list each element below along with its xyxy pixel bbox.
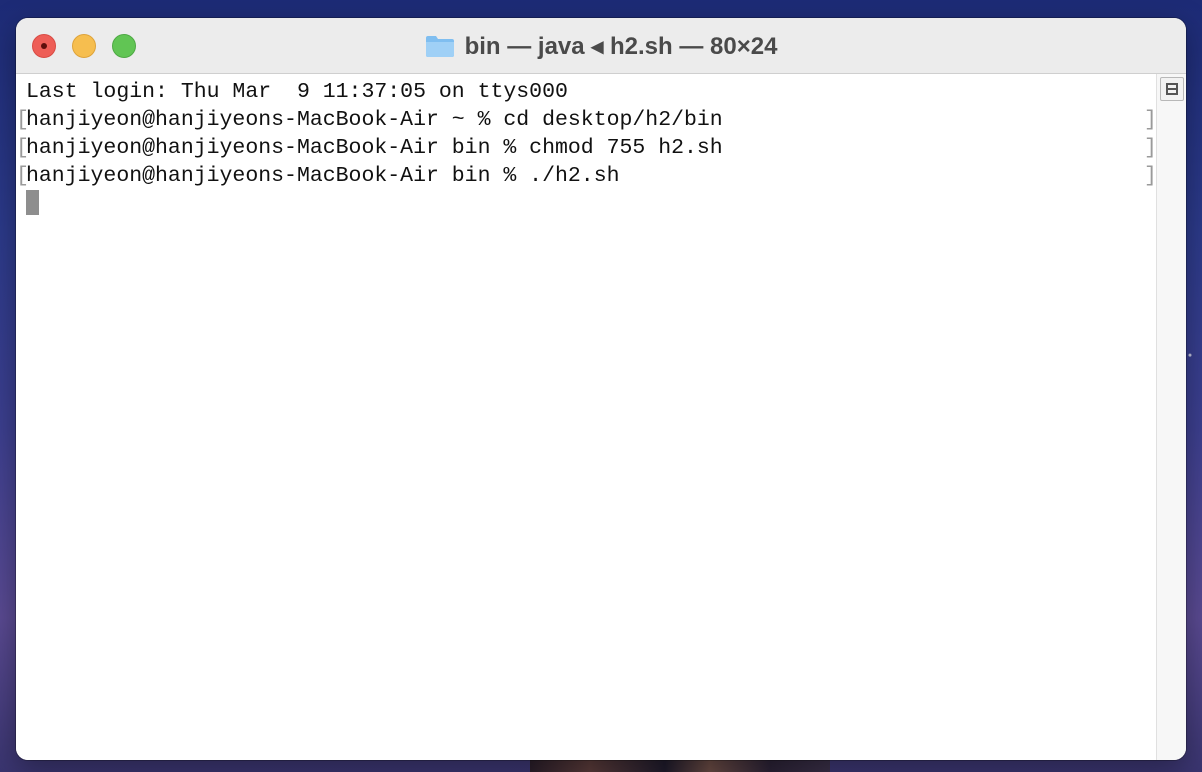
terminal-line-chmod: hanjiyeon@hanjiyeons-MacBook-Air bin % c… [26,136,723,160]
window-title-group: bin — java ◂ h2.sh — 80×24 [16,18,1186,74]
terminal-line-login: Last login: Thu Mar 9 11:37:05 on ttys00… [26,80,568,104]
terminal-line-cd: hanjiyeon@hanjiyeons-MacBook-Air ~ % cd … [26,108,723,132]
scrollbar[interactable] [1156,74,1186,760]
mark-bracket-right: ] [1144,108,1157,132]
window-title: bin — java ◂ h2.sh — 80×24 [464,32,778,60]
mark-bracket-right: ] [1144,164,1157,188]
terminal-line-run: hanjiyeon@hanjiyeons-MacBook-Air bin % .… [26,164,620,188]
split-pane-button[interactable] [1160,77,1184,101]
terminal-window: bin — java ◂ h2.sh — 80×24 Last login: T… [16,18,1186,760]
split-pane-icon [1166,83,1178,95]
terminal-output[interactable]: Last login: Thu Mar 9 11:37:05 on ttys00… [16,74,1157,760]
mark-bracket-right: ] [1144,136,1157,160]
title-bar[interactable]: bin — java ◂ h2.sh — 80×24 [16,18,1186,74]
folder-icon [425,34,455,58]
text-cursor [26,190,39,215]
